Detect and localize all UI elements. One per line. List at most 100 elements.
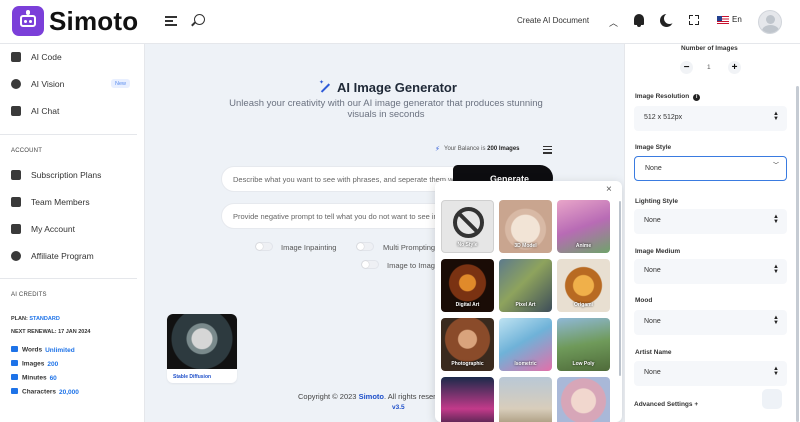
minutes-icon — [11, 374, 18, 380]
style-tile-photographic[interactable]: Photographic — [441, 318, 494, 371]
sidebar-item-label: My Account — [31, 224, 75, 234]
fullscreen-icon[interactable] — [689, 15, 699, 25]
sidebar-item-ai-chat[interactable]: AI Chat — [0, 101, 145, 123]
divider — [0, 134, 137, 135]
plan-info: PLAN: STANDARD — [11, 316, 60, 322]
new-badge: New — [111, 79, 131, 88]
style-tile-label: 3D Model — [514, 243, 537, 249]
style-tile-label: No Style — [457, 242, 478, 248]
sidebar-item-label: AI Vision — [31, 79, 65, 89]
style-tile-pixel-art[interactable]: Pixel Art — [499, 259, 552, 312]
page-title: AI Image Generator — [337, 80, 457, 95]
dollar-icon — [11, 251, 21, 261]
moon-icon[interactable] — [664, 13, 675, 24]
sort-arrows-icon: ▲ ▼ — [773, 315, 779, 326]
settings-sliders-icon[interactable] — [543, 146, 552, 154]
bell-icon[interactable] — [634, 14, 644, 27]
style-tile-origami[interactable]: Origami — [557, 259, 610, 312]
style-tile-low-poly[interactable]: Low Poly — [557, 318, 610, 371]
mood-select[interactable]: None ▲ ▼ — [634, 310, 787, 335]
sidebar-item-ai-vision[interactable]: AI Vision New — [0, 74, 145, 96]
style-tile-no-style[interactable]: No Style — [441, 200, 494, 253]
scroll-to-top-button[interactable] — [762, 389, 782, 409]
decrement-button[interactable]: − — [680, 61, 693, 74]
style-tile-label: Digital Art — [455, 302, 480, 308]
sidebar-item-team-members[interactable]: Team Members — [0, 192, 145, 214]
quantity-value: 1 — [707, 64, 711, 71]
sidebar-item-ai-code[interactable]: AI Code — [0, 47, 145, 69]
astronaut-image — [167, 314, 237, 369]
increment-button[interactable]: + — [728, 61, 741, 74]
style-tile-isometric[interactable]: Isometric — [499, 318, 552, 371]
quantity-stepper: − 1 + — [680, 61, 744, 75]
avatar[interactable] — [758, 10, 782, 34]
style-tile-label: Photographic — [451, 361, 484, 367]
search-icon[interactable] — [194, 14, 205, 25]
image-inpainting-toggle[interactable] — [255, 242, 273, 251]
sidebar-item-label: AI Code — [31, 52, 62, 62]
resolution-select[interactable]: 512 x 512px ▲ ▼ — [634, 106, 787, 131]
style-tile-label: Isometric — [514, 361, 537, 367]
recent-image-label: Stable Diffusion — [173, 374, 212, 380]
page-subtitle: Unleash your creativity with our AI imag… — [229, 98, 543, 120]
style-tile-3d-model[interactable]: 3D Model — [499, 200, 552, 253]
version-label: v3.5 — [392, 404, 405, 411]
style-tile-landscape[interactable] — [499, 377, 552, 422]
balance-info: Your Balance is 200 Images — [444, 146, 520, 152]
toggle-label: Multi Prompting — [383, 243, 436, 252]
sidebar-item-affiliate-program[interactable]: Affiliate Program — [0, 246, 145, 268]
advanced-settings-toggle[interactable]: Advanced Settings + — [634, 401, 698, 408]
style-tile-label: Pixel Art — [515, 302, 536, 308]
panel-scrollbar[interactable] — [796, 86, 799, 422]
characters-icon — [11, 388, 18, 394]
sidebar-item-subscription-plans[interactable]: Subscription Plans — [0, 165, 145, 187]
sort-arrows-icon: ▲ ▼ — [773, 214, 779, 225]
top-bar: Simoto Create AI Document ︿ En — [0, 0, 800, 44]
multi-prompting-toggle[interactable] — [356, 242, 374, 251]
sidebar-item-label: Subscription Plans — [31, 170, 102, 180]
style-tile-digital-art[interactable]: Digital Art — [441, 259, 494, 312]
menu-toggle-icon[interactable] — [165, 16, 177, 29]
globe-icon — [11, 79, 21, 89]
sidebar-item-label: Team Members — [31, 197, 90, 207]
close-icon[interactable]: × — [606, 184, 612, 195]
credit-images: Images 200 — [11, 360, 58, 370]
create-document-button[interactable]: Create AI Document — [517, 16, 589, 25]
style-tile-label: Low Poly — [572, 361, 595, 367]
image-medium-select[interactable]: None ▲ ▼ — [634, 259, 787, 284]
image-style-select[interactable]: None ﹀ — [634, 156, 787, 181]
lighting-style-select[interactable]: None ▲ ▼ — [634, 209, 787, 234]
language-selector[interactable]: En — [732, 15, 742, 24]
no-style-icon — [453, 207, 484, 238]
sidebar: AI Code AI Vision New AI Chat ACCOUNT Su… — [0, 44, 145, 422]
recent-image-card[interactable]: Stable Diffusion — [167, 314, 237, 383]
credit-words: Words Unlimited — [11, 346, 75, 356]
toggle-label: Image Inpainting — [281, 243, 337, 252]
artist-name-select[interactable]: None ▲ ▼ — [634, 361, 787, 386]
chevron-up-icon[interactable]: ︿ — [609, 16, 618, 29]
info-icon[interactable]: i — [693, 94, 701, 101]
sort-arrows-icon: ▲ ▼ — [773, 264, 779, 275]
chat-icon — [11, 106, 21, 116]
robot-logo-icon[interactable] — [12, 6, 44, 36]
us-flag-icon[interactable] — [717, 16, 729, 24]
sort-arrows-icon: ▲ ▼ — [773, 366, 779, 377]
sidebar-item-my-account[interactable]: My Account — [0, 219, 145, 241]
num-images-label: Number of Images — [681, 45, 738, 52]
chevron-down-icon: ﹀ — [773, 163, 780, 169]
style-tile-portrait[interactable] — [557, 377, 610, 422]
image-to-image-toggle[interactable] — [361, 260, 379, 269]
toggle-label: Image to Image — [387, 261, 435, 270]
resolution-label: Image Resolution i — [635, 93, 701, 101]
plans-icon — [11, 170, 21, 180]
lighting-style-label: Lighting Style — [635, 198, 678, 205]
credit-characters: Characters 20,000 — [11, 388, 79, 398]
brand-name[interactable]: Simoto — [49, 6, 138, 37]
style-tile-neon[interactable] — [441, 377, 494, 422]
divider — [0, 278, 137, 279]
artist-name-label: Artist Name — [635, 349, 672, 356]
ai-credits-title: AI CREDITS — [11, 292, 47, 298]
popup-scrollbar[interactable] — [619, 201, 621, 376]
style-tile-anime[interactable]: Anime — [557, 200, 610, 253]
account-icon — [11, 224, 21, 234]
